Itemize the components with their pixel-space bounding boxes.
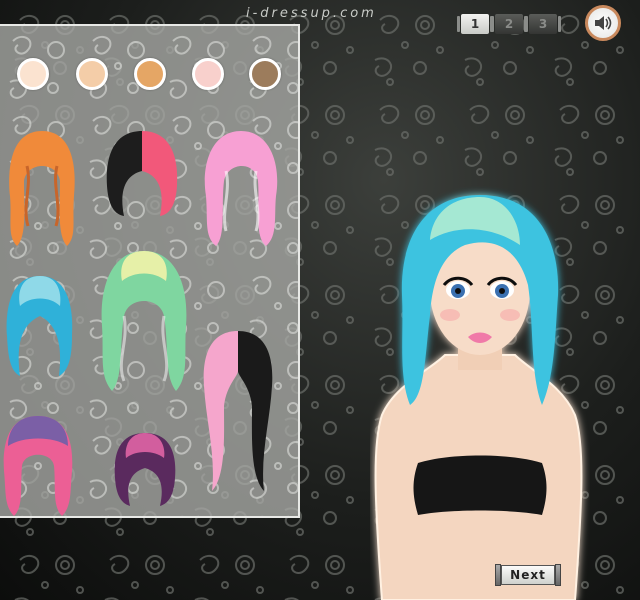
hair-option-pink-wavy[interactable] — [196, 126, 286, 251]
hair-option-green-long-wavy[interactable] — [94, 246, 194, 396]
hair-option-black-pink-bob[interactable] — [102, 126, 182, 221]
hair-option-purple-bob[interactable] — [110, 428, 180, 508]
next-button[interactable]: Next — [492, 564, 564, 586]
hair-option-orange-curly[interactable] — [2, 126, 82, 251]
hair-option-blue-bob[interactable] — [2, 271, 77, 381]
next-button-label: Next — [501, 565, 555, 585]
page-tab-3[interactable]: 3 — [525, 14, 561, 34]
sound-toggle-button[interactable] — [585, 5, 621, 41]
next-button-right-cap — [555, 564, 561, 586]
skin-swatch-light[interactable] — [76, 58, 108, 90]
site-logo[interactable]: i-dressup.com — [246, 6, 377, 21]
selection-panel — [0, 24, 300, 518]
page-tabs: 1 2 3 — [457, 14, 561, 34]
speaker-icon — [595, 16, 612, 30]
skin-swatch-tan[interactable] — [134, 58, 166, 90]
page-tab-1[interactable]: 1 — [457, 14, 493, 34]
page-tab-2[interactable]: 2 — [491, 14, 527, 34]
skin-swatch-pink[interactable] — [192, 58, 224, 90]
character-model — [374, 195, 583, 600]
skin-swatch-brown[interactable] — [249, 58, 281, 90]
skin-swatch-pale[interactable] — [17, 58, 49, 90]
hair-option-purple-pink-curly[interactable] — [0, 411, 78, 518]
hair-option-pink-black-curly[interactable] — [198, 326, 278, 501]
